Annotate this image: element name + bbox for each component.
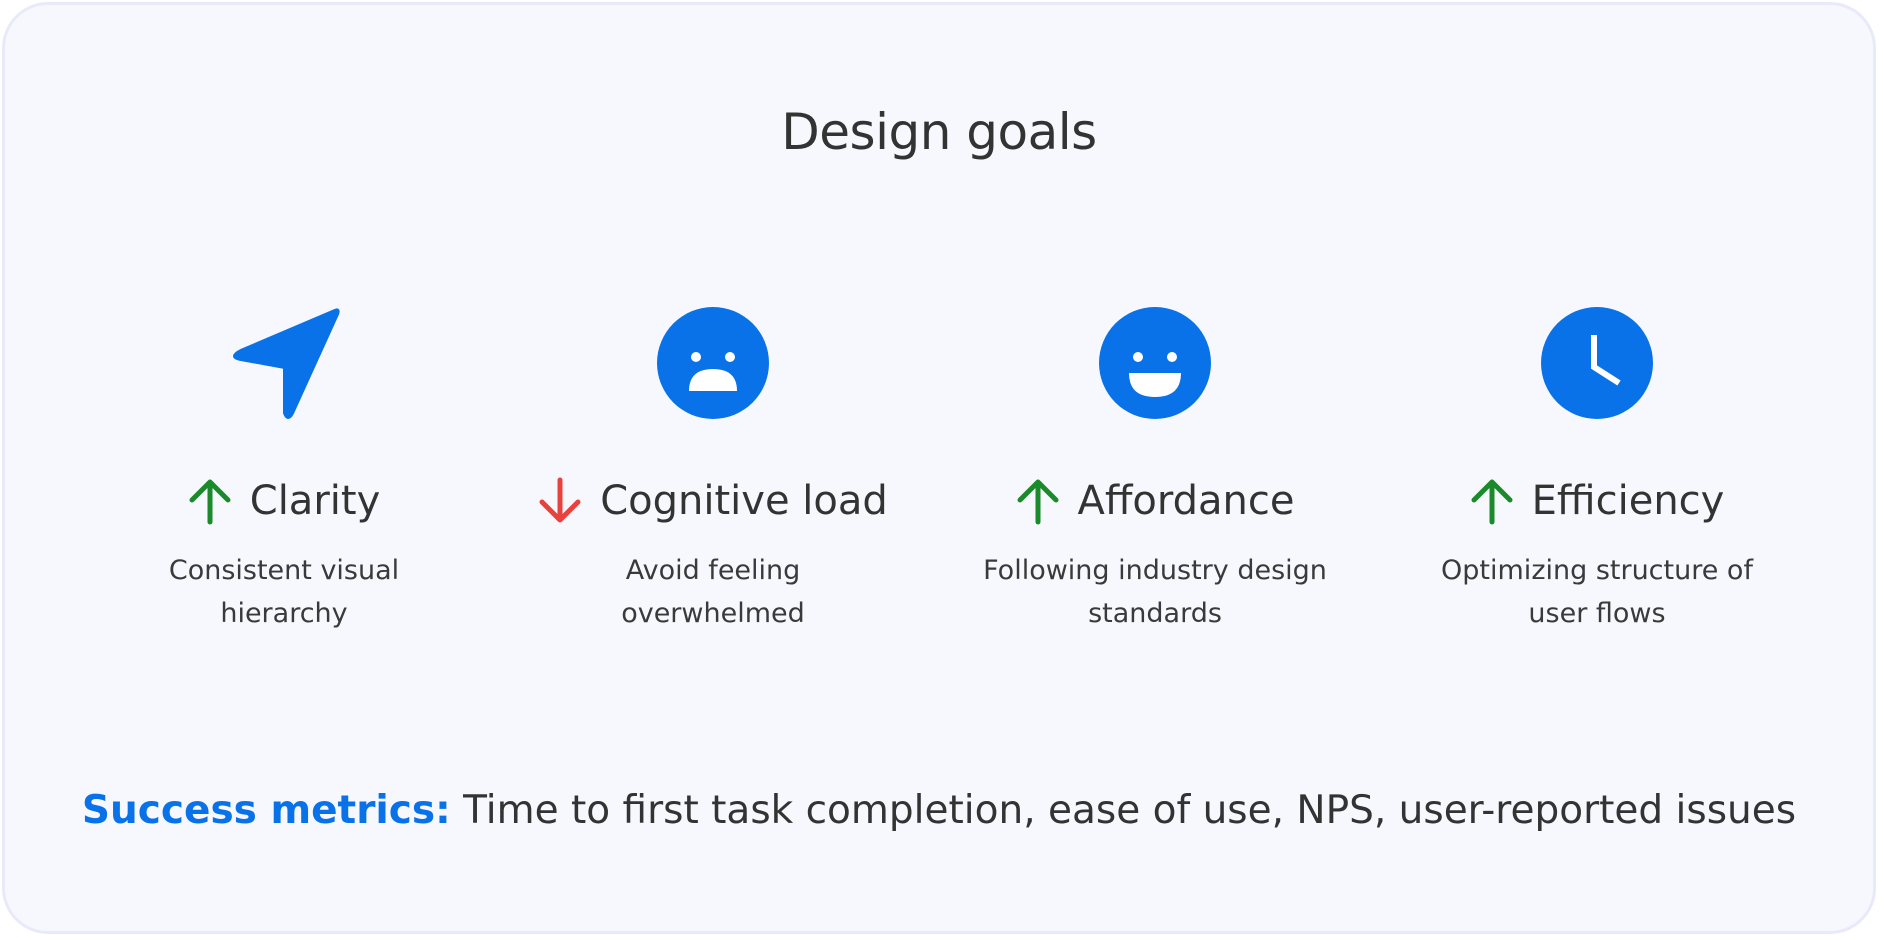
goal-affordance: Affordance Following industry design sta…	[935, 305, 1375, 635]
goal-description: Following industry design standards	[983, 555, 1327, 629]
goal-efficiency: Efficiency Optimizing structure of user …	[1377, 305, 1817, 635]
design-goals-card: Design goals Clarity Consistent visual h…	[2, 2, 1876, 934]
clock-icon	[1377, 305, 1817, 421]
happy-face-icon	[935, 305, 1375, 421]
sad-face-icon	[493, 305, 933, 421]
goal-cognitive-load: Cognitive load Avoid feeling overwhelmed	[493, 305, 933, 635]
goal-label: Affordance	[1077, 478, 1295, 524]
goal-description: Consistent visual hierarchy	[168, 555, 400, 629]
arrow-down-icon	[539, 477, 581, 523]
arrow-up-icon	[1471, 479, 1513, 525]
success-metrics: Success metrics: Time to first task comp…	[5, 788, 1873, 833]
goal-label: Cognitive load	[600, 478, 888, 524]
goal-description: Avoid feeling overwhelmed	[621, 555, 805, 629]
page-title: Design goals	[781, 103, 1097, 161]
arrow-up-icon	[189, 479, 231, 525]
goal-label: Efficiency	[1531, 478, 1725, 524]
goal-clarity: Clarity Consistent visual hierarchy	[64, 305, 504, 635]
arrow-up-icon	[1017, 479, 1058, 525]
success-metrics-text: Time to first task completion, ease of u…	[450, 788, 1797, 833]
goal-description: Optimizing structure of user flows	[1441, 555, 1753, 629]
goal-label: Clarity	[249, 478, 381, 524]
success-metrics-label: Success metrics:	[81, 788, 451, 833]
navigation-arrow-icon	[64, 305, 504, 421]
